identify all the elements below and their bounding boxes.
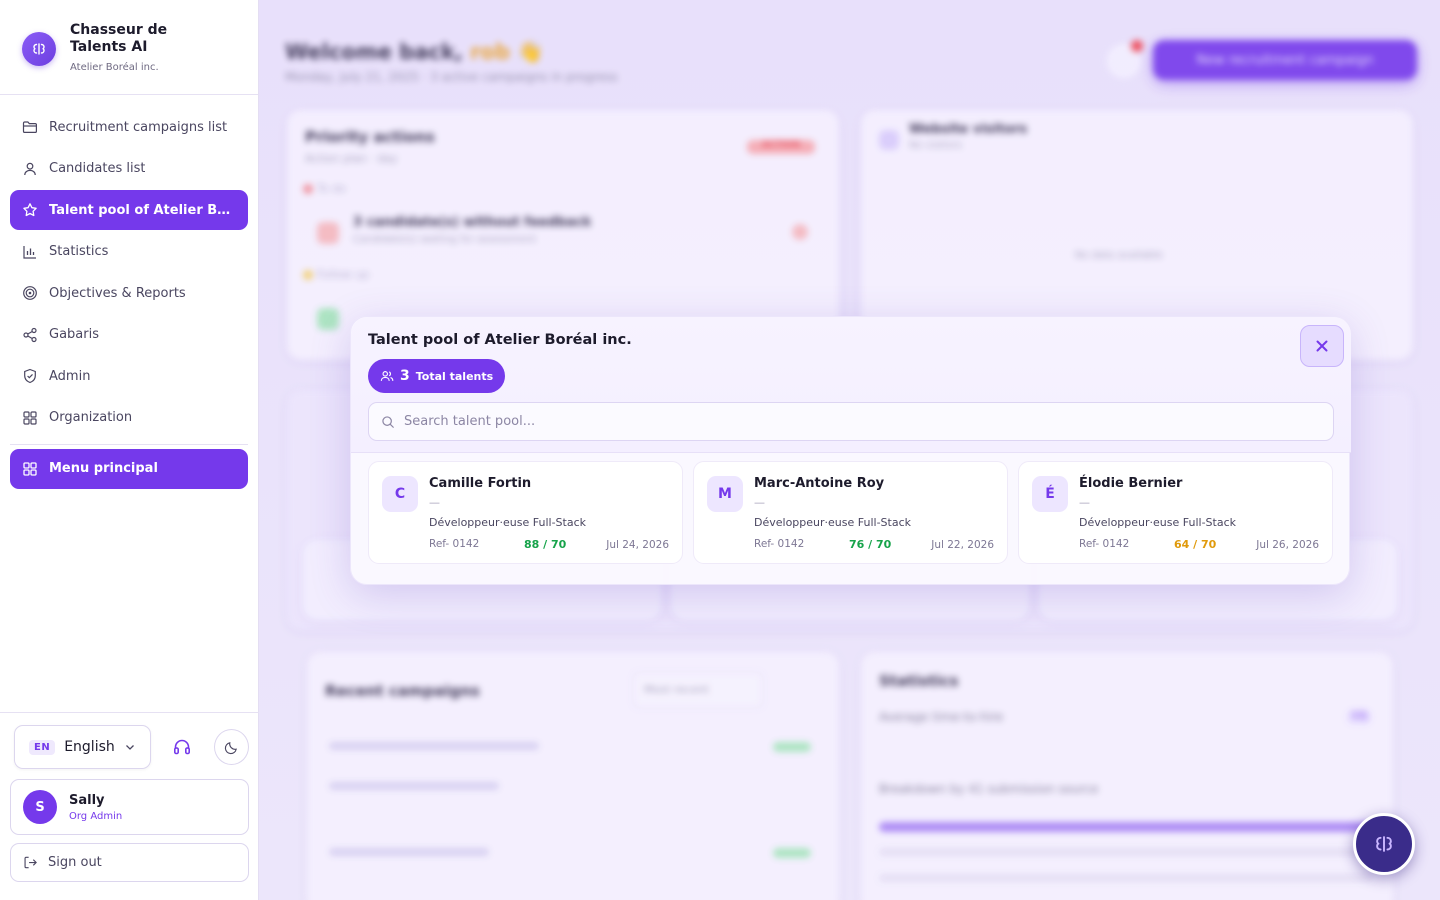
- brain-icon: [1376, 836, 1392, 852]
- brain-logo-icon: [22, 32, 56, 66]
- sidebar-item-admin[interactable]: Admin: [10, 356, 248, 396]
- org-name: Atelier Boréal inc.: [70, 62, 159, 73]
- talent-search-field[interactable]: [368, 402, 1334, 441]
- talent-role: Développeur·euse Full-Stack: [429, 516, 586, 529]
- grid-icon: [23, 461, 37, 476]
- talent-list: C Camille Fortin — Développeur·euse Full…: [368, 461, 1334, 564]
- total-talents-count: 3: [400, 368, 410, 384]
- talent-score: 76 / 70: [849, 538, 892, 551]
- sidebar-item-label: Admin: [49, 368, 91, 384]
- talent-title-placeholder: —: [429, 496, 440, 509]
- talent-avatar: M: [707, 476, 743, 512]
- grid-icon: [23, 410, 37, 425]
- total-talents-label: Total talents: [415, 369, 494, 383]
- talent-title-placeholder: —: [754, 496, 765, 509]
- bar-chart-icon: [23, 245, 36, 259]
- sidebar-item-talent-pool[interactable]: Talent pool of Atelier Boréal inc.: [10, 190, 248, 230]
- welcome-subtitle: Monday, July 21, 2025 · 3 active campaig…: [285, 70, 618, 84]
- target-icon: [23, 286, 37, 300]
- sidebar-nav: Recruitment campaigns list Candidates li…: [0, 95, 258, 489]
- welcome-heading: Welcome back, rob 👋: [285, 40, 544, 64]
- user-role: Org Admin: [69, 810, 123, 822]
- avatar: S: [23, 790, 57, 824]
- talent-ref: Ref- 0142: [1079, 538, 1130, 550]
- modal-header: Talent pool of Atelier Boréal inc. 3 Tot…: [351, 317, 1351, 453]
- talent-name: Camille Fortin: [429, 476, 532, 491]
- modal-title: Talent pool of Atelier Boréal inc.: [368, 332, 632, 348]
- sidebar-item-label: Candidates list: [49, 161, 146, 176]
- shield-icon: [24, 368, 36, 384]
- user-name: Sally: [69, 792, 105, 808]
- language-code: EN: [29, 739, 56, 755]
- sidebar-item-label: Menu principal: [49, 461, 158, 476]
- talent-name: Élodie Bernier: [1079, 476, 1183, 491]
- headphones-icon: [174, 739, 191, 755]
- star-icon: [23, 203, 37, 217]
- user-card[interactable]: S Sally Org Admin: [10, 779, 249, 835]
- talent-ref: Ref- 0142: [754, 538, 805, 550]
- search-input[interactable]: [404, 414, 1304, 429]
- talent-pool-modal: Talent pool of Atelier Boréal inc. 3 Tot…: [350, 316, 1351, 585]
- notification-dot: [1131, 40, 1143, 52]
- sidebar-item-main-menu[interactable]: Menu principal: [10, 448, 248, 489]
- search-icon: [382, 415, 394, 428]
- talent-card[interactable]: M Marc-Antoine Roy — Développeur·euse Fu…: [693, 461, 1008, 564]
- ai-assistant-button[interactable]: [1353, 813, 1415, 875]
- talent-card[interactable]: É Élodie Bernier — Développeur·euse Full…: [1018, 461, 1333, 564]
- sidebar-item-statistics[interactable]: Statistics: [10, 232, 248, 272]
- talent-avatar: É: [1032, 476, 1068, 512]
- talent-title-placeholder: —: [1079, 496, 1090, 509]
- sidebar-item-gabaris[interactable]: Gabaris: [10, 315, 248, 355]
- statistics-card: Statistics Average time-to-hire 12j Brea…: [861, 652, 1393, 900]
- recent-campaigns-card: Recent campaigns Most recent: [307, 652, 839, 900]
- support-button[interactable]: [165, 729, 200, 765]
- sidebar-item-organization[interactable]: Organization: [10, 398, 248, 438]
- language-select[interactable]: EN English: [14, 725, 151, 769]
- share-icon: [23, 327, 37, 342]
- sidebar-item-recruitment-campaigns[interactable]: Recruitment campaigns list: [10, 107, 248, 147]
- talent-date: Jul 26, 2026: [1256, 539, 1319, 551]
- sign-out-button[interactable]: Sign out: [10, 843, 249, 882]
- talent-score: 64 / 70: [1174, 538, 1217, 551]
- close-icon: [1316, 340, 1328, 352]
- talent-avatar: C: [382, 476, 418, 512]
- sidebar: Chasseur de Talents AI Atelier Boréal in…: [0, 0, 259, 900]
- chevron-down-icon: [125, 745, 134, 750]
- sign-out-icon: [24, 856, 37, 869]
- talent-score: 88 / 70: [524, 538, 567, 551]
- new-campaign-button: New recruitment campaign: [1153, 40, 1417, 80]
- sidebar-item-label: Talent pool of Atelier Boréal inc.: [49, 202, 236, 218]
- sidebar-item-candidates[interactable]: Candidates list: [10, 149, 248, 189]
- sidebar-item-label: Gabaris: [49, 327, 99, 342]
- talent-card[interactable]: C Camille Fortin — Développeur·euse Full…: [368, 461, 683, 564]
- sidebar-item-label: Organization: [49, 410, 133, 425]
- talent-ref: Ref- 0142: [429, 538, 480, 550]
- user-icon: [24, 162, 36, 175]
- brand: Chasseur de Talents AI Atelier Boréal in…: [0, 0, 258, 95]
- talent-date: Jul 22, 2026: [931, 539, 994, 551]
- app-title: Chasseur de Talents AI: [70, 22, 168, 55]
- users-icon: [380, 371, 394, 381]
- talent-role: Développeur·euse Full-Stack: [754, 516, 911, 529]
- sign-out-label: Sign out: [48, 855, 102, 870]
- talent-name: Marc-Antoine Roy: [754, 476, 885, 491]
- talent-role: Développeur·euse Full-Stack: [1079, 516, 1236, 529]
- total-talents-badge: 3 Total talents: [368, 359, 506, 393]
- sidebar-item-label: Recruitment campaigns list: [49, 119, 228, 135]
- sidebar-item-objectives[interactable]: Objectives & Reports: [10, 273, 248, 313]
- folder-icon: [22, 121, 37, 133]
- language-name: English: [64, 739, 115, 755]
- moon-icon: [224, 741, 237, 754]
- talent-date: Jul 24, 2026: [606, 539, 669, 551]
- sidebar-item-label: Statistics: [49, 244, 109, 259]
- nav-divider: [10, 443, 248, 445]
- sidebar-footer: EN English S Sally Org Admin Sign out: [0, 712, 259, 900]
- sidebar-item-label: Objectives & Reports: [49, 285, 186, 301]
- close-button[interactable]: [1300, 325, 1344, 367]
- theme-toggle-button[interactable]: [213, 729, 249, 765]
